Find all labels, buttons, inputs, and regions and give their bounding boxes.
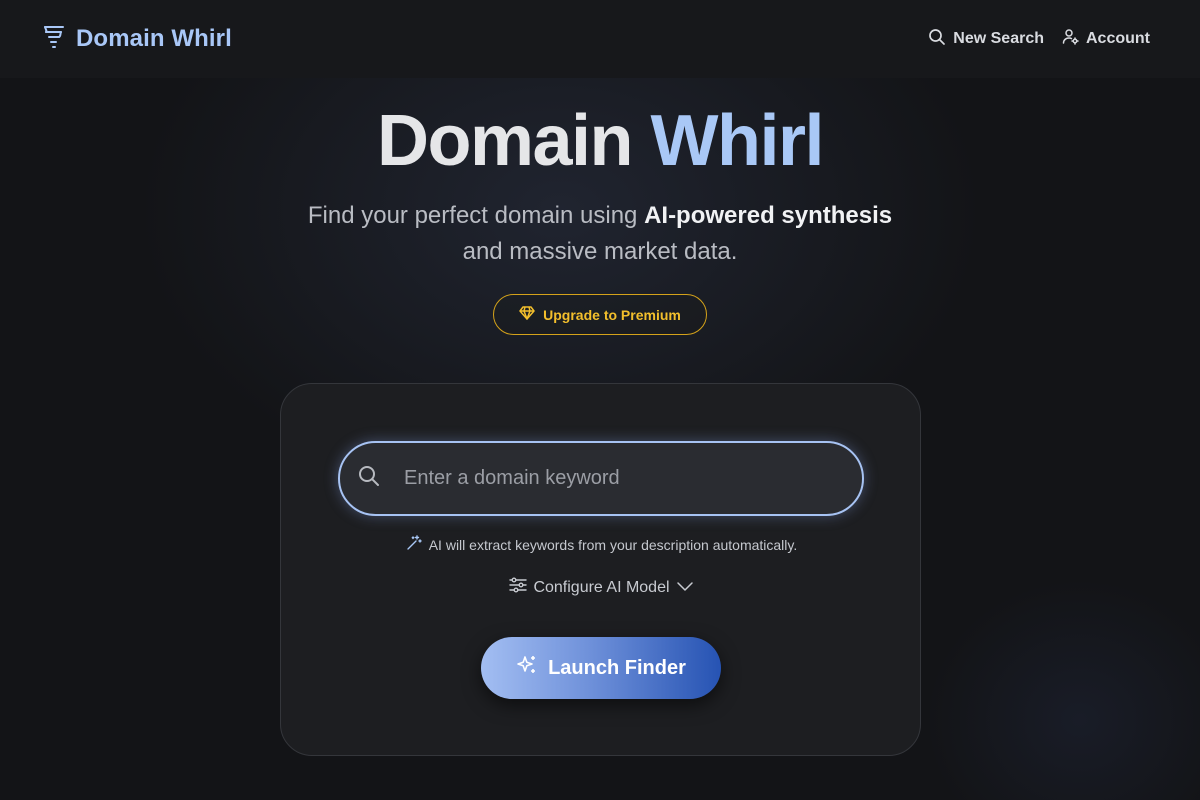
launch-finder-button[interactable]: Launch Finder <box>481 637 721 699</box>
hero-title: Domain Whirl <box>0 100 1200 182</box>
sparkles-icon <box>516 654 538 682</box>
nav-account[interactable]: Account <box>1062 28 1150 50</box>
search-card: AI will extract keywords from your descr… <box>280 383 921 756</box>
diamond-icon <box>519 306 535 323</box>
nav-new-search-label: New Search <box>953 30 1044 47</box>
subtitle-part-2: and massive market data. <box>462 238 738 265</box>
hero-subtitle: Find your perfect domain using AI-powere… <box>300 198 900 270</box>
configure-ai-model-toggle[interactable]: Configure AI Model <box>281 577 922 598</box>
upgrade-premium-button[interactable]: Upgrade to Premium <box>493 294 707 335</box>
nav-new-search[interactable]: New Search <box>928 28 1044 51</box>
configure-ai-model-label: Configure AI Model <box>533 578 670 596</box>
search-icon <box>358 465 380 492</box>
magic-wand-icon <box>406 535 422 554</box>
ai-hint: AI will extract keywords from your descr… <box>281 535 922 554</box>
domain-keyword-input[interactable] <box>404 443 862 514</box>
brand[interactable]: Domain Whirl <box>42 24 232 55</box>
upgrade-premium-label: Upgrade to Premium <box>543 306 681 323</box>
subtitle-part-1: Find your perfect domain using <box>307 202 645 229</box>
chevron-down-icon <box>676 579 694 597</box>
top-nav: New Search Account <box>928 28 1150 51</box>
brand-name: Domain Whirl <box>76 25 232 52</box>
sliders-icon <box>509 577 528 598</box>
hero-title-accent: Whirl <box>650 101 825 181</box>
search-icon <box>928 28 946 51</box>
top-header: Domain Whirl New Search Account <box>0 0 1200 78</box>
user-gear-icon <box>1062 28 1079 50</box>
tornado-icon <box>42 24 66 55</box>
search-box[interactable] <box>338 441 864 516</box>
subtitle-highlight: AI-powered synthesis <box>644 202 893 229</box>
hero-title-main: Domain <box>376 101 634 181</box>
ai-hint-text: AI will extract keywords from your descr… <box>428 536 798 553</box>
nav-account-label: Account <box>1086 30 1150 47</box>
launch-finder-label: Launch Finder <box>548 656 686 679</box>
